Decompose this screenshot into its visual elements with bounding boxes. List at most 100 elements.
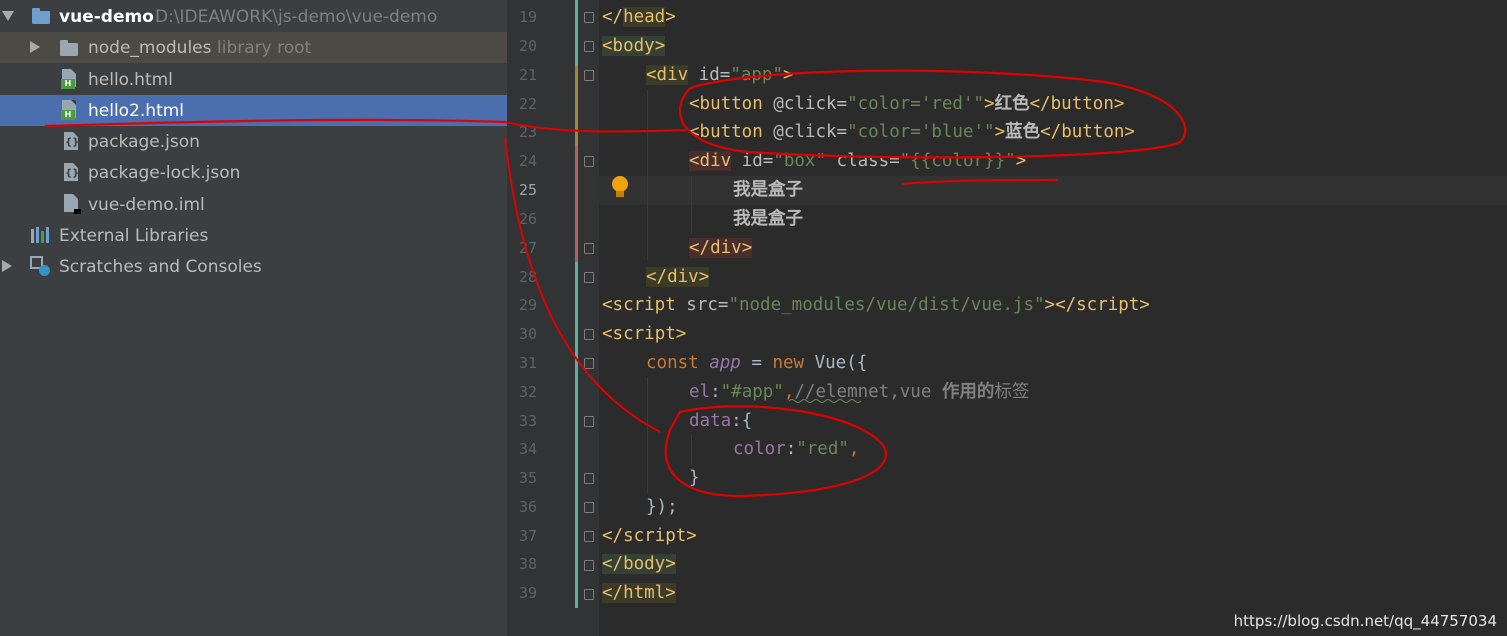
tree-item-label: hello.html <box>88 69 173 90</box>
code-token: 标签 <box>994 382 1030 402</box>
libraries-icon <box>31 227 51 243</box>
code-token: "box" <box>773 151 826 171</box>
lightbulb-icon[interactable] <box>612 176 628 198</box>
tree-item-scratches[interactable]: Scratches and Consoles <box>0 251 507 282</box>
fold-icon[interactable] <box>584 473 594 484</box>
tree-item-vue-demo-iml[interactable]: vue-demo.iml <box>0 189 507 220</box>
watermark: https://blog.csdn.net/qq_44757034 <box>1233 612 1497 630</box>
indent-guide <box>691 176 692 234</box>
code-line-37: </script> <box>602 522 697 551</box>
code-token: div <box>710 238 742 258</box>
code-token: //elemnet,vue <box>794 382 942 402</box>
fold-icon[interactable] <box>584 272 594 283</box>
line-number: 39 <box>518 584 537 602</box>
code-token: > <box>686 526 697 546</box>
line-number: 34 <box>518 440 537 458</box>
code-token: div <box>667 267 699 287</box>
code-line-38: </body> <box>602 550 676 579</box>
code-token: </ <box>602 7 624 27</box>
fold-icon[interactable] <box>584 156 594 167</box>
project-root-path: D:\IDEAWORK\js-demo\vue-demo <box>155 6 438 27</box>
tree-item-node-modules[interactable]: node_modules library root <box>0 32 507 63</box>
code-token: > <box>665 7 676 27</box>
tree-item-hello-html[interactable]: H hello.html <box>0 64 507 95</box>
code-token: "app" <box>730 65 783 85</box>
code-token: > <box>741 238 753 258</box>
fold-icon[interactable] <box>584 416 594 427</box>
line-number: 35 <box>518 469 537 487</box>
fold-icon[interactable] <box>584 560 594 571</box>
project-root-label: vue-demo <box>59 6 154 27</box>
code-token: 我是盒子 <box>733 180 803 200</box>
fold-icon[interactable] <box>584 358 594 369</box>
tree-item-package-json[interactable]: {} package.json <box>0 126 507 157</box>
code-line-31: const app = new Vue({ <box>646 349 867 378</box>
code-line-33: data:{ <box>689 407 752 436</box>
line-number: 29 <box>518 296 537 314</box>
code-token: }); <box>646 497 678 517</box>
code-token: </ <box>602 526 624 546</box>
tree-item-external-libraries[interactable]: External Libraries <box>0 220 507 251</box>
fold-icon[interactable] <box>584 329 594 340</box>
fold-icon[interactable] <box>584 41 594 52</box>
line-number: 19 <box>518 8 537 26</box>
code-token: 作用的 <box>941 382 995 402</box>
vcs-change-bar <box>575 0 578 66</box>
code-token: <div <box>689 151 732 171</box>
collapse-arrow-icon[interactable] <box>30 41 40 53</box>
code-token: app <box>709 353 741 373</box>
line-number: 38 <box>518 555 537 573</box>
tree-item-label: vue-demo.iml <box>88 194 205 215</box>
code-token: ></ <box>1044 295 1077 315</box>
code-token: "red" <box>796 439 849 459</box>
code-token: > <box>1015 151 1027 171</box>
code-token: id= <box>688 65 731 85</box>
code-token: > <box>994 122 1006 142</box>
tree-item-label: package.json <box>88 131 200 152</box>
code-token: > <box>1139 295 1150 315</box>
code-token: "{{color}}" <box>899 151 1016 171</box>
code-line-34: color:"red", <box>733 435 859 464</box>
fold-icon[interactable] <box>584 12 594 23</box>
fold-icon[interactable] <box>584 70 594 81</box>
code-line-19: </head> <box>602 3 676 32</box>
tree-item-package-lock-json[interactable]: {} package-lock.json <box>0 157 507 188</box>
fold-icon[interactable] <box>584 502 594 513</box>
fold-icon[interactable] <box>584 589 594 600</box>
vcs-change-bar <box>575 66 578 146</box>
code-token: } <box>689 468 700 488</box>
code-token: <button <box>689 94 763 114</box>
code-token: Vue({ <box>814 353 868 373</box>
line-number: 28 <box>518 268 537 286</box>
code-line-26: 我是盒子 <box>733 205 803 234</box>
code-token: data <box>689 411 732 431</box>
code-line-28: </div> <box>646 263 710 292</box>
indent-guide <box>647 90 648 260</box>
json-file-icon: {} <box>64 163 79 181</box>
library-root-hint: library root <box>217 37 312 58</box>
code-line-24: <div id="box" class="{{color}}"> <box>689 147 1026 176</box>
code-token: > <box>665 583 676 603</box>
code-line-39: </html> <box>602 579 676 608</box>
expand-arrow-icon[interactable] <box>2 11 14 21</box>
json-file-icon: {} <box>64 132 79 150</box>
code-token: new <box>772 353 815 373</box>
code-token: color <box>733 439 786 459</box>
line-number: 32 <box>518 383 537 401</box>
code-token: > <box>665 554 676 574</box>
code-token: 我是盒子 <box>733 209 803 229</box>
fold-icon[interactable] <box>584 531 594 542</box>
code-token: > <box>675 324 687 344</box>
tree-item-hello2-html[interactable]: H hello2.html <box>0 95 507 126</box>
line-number: 31 <box>518 354 537 372</box>
code-token: id= <box>731 151 774 171</box>
tree-item-label: package-lock.json <box>88 162 241 183</box>
code-token: </ <box>602 554 624 574</box>
line-number: 27 <box>518 239 537 257</box>
fold-icon[interactable] <box>584 243 594 254</box>
collapse-arrow-icon[interactable] <box>2 260 12 272</box>
line-number: 36 <box>518 498 537 516</box>
tree-item-vue-demo[interactable]: vue-demo D:\IDEAWORK\js-demo\vue-demo <box>0 1 507 32</box>
code-token: </button> <box>1040 122 1135 142</box>
line-number: 22 <box>518 95 537 113</box>
